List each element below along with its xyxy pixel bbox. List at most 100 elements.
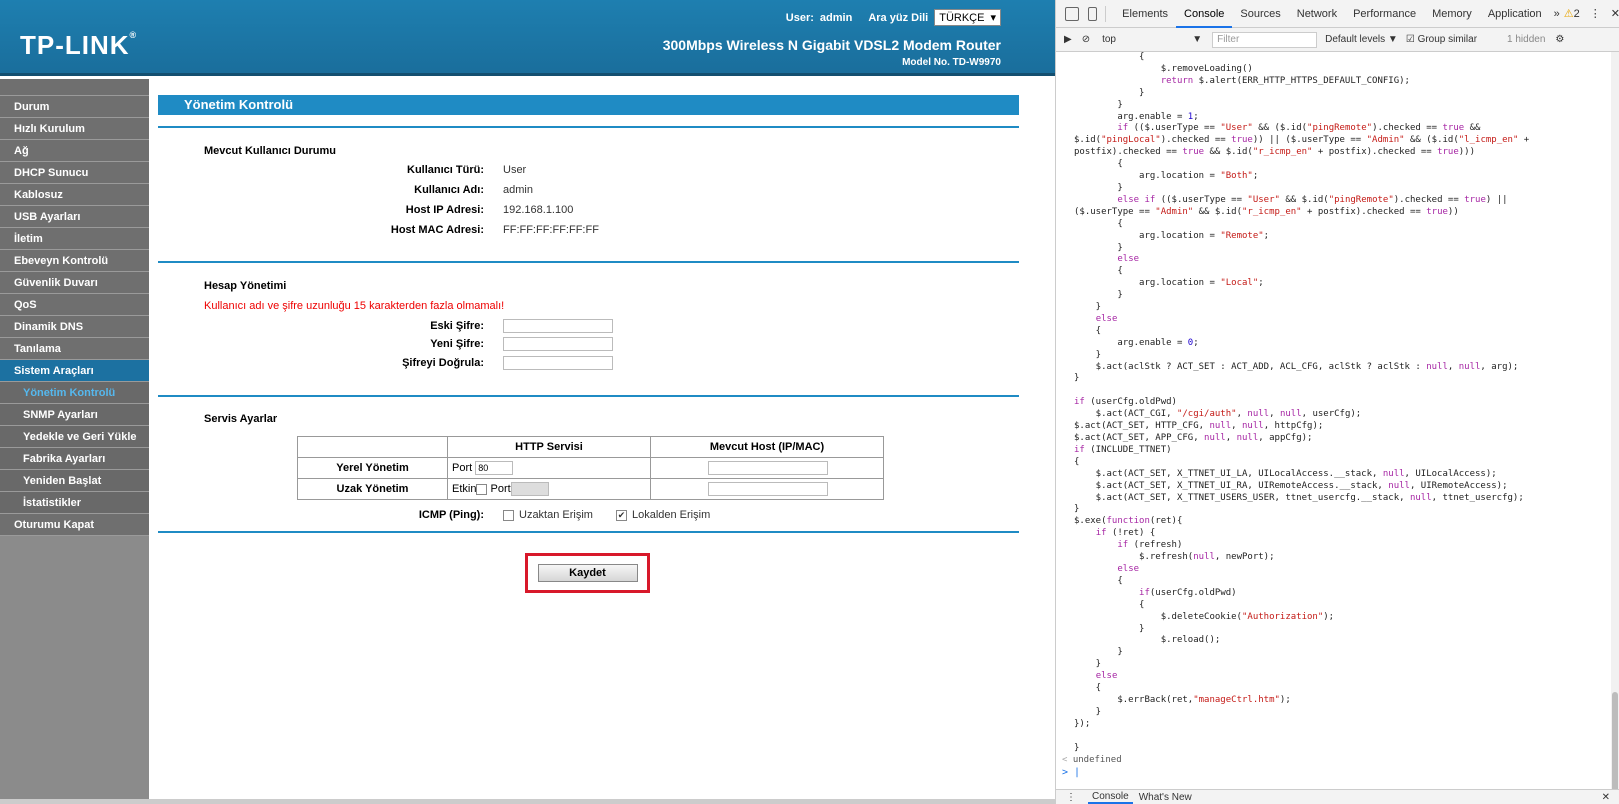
table-corner bbox=[297, 436, 448, 458]
sidebar-item-durum[interactable]: Durum bbox=[0, 96, 149, 118]
tab-performance[interactable]: Performance bbox=[1345, 0, 1424, 28]
tab-network[interactable]: Network bbox=[1289, 0, 1345, 28]
separator bbox=[1105, 5, 1107, 22]
page-title: Yönetim Kontrolü bbox=[158, 95, 1019, 115]
remote-management-label: Uzak Yönetim bbox=[297, 478, 448, 500]
tab-memory[interactable]: Memory bbox=[1424, 0, 1480, 28]
account-section-title: Hesap Yönetimi bbox=[204, 280, 287, 292]
levels-select[interactable]: Default levels ▼ bbox=[1325, 34, 1398, 45]
scroll-thumb[interactable] bbox=[1612, 692, 1618, 804]
user-info: User: admin Ara yüz Dili TÜRKÇE ▾ bbox=[786, 9, 1001, 26]
confirm-password-input[interactable] bbox=[503, 356, 613, 370]
drawer-tabbar: ⋮ Console What's New ✕ bbox=[1056, 789, 1619, 804]
remote-enable-checkbox[interactable] bbox=[476, 483, 488, 495]
sidebar-subitem-reboot[interactable]: Yeniden Başlat bbox=[0, 470, 149, 492]
remote-host-input[interactable] bbox=[708, 482, 828, 496]
divider bbox=[158, 261, 1019, 263]
tab-console[interactable]: Console bbox=[1176, 0, 1233, 28]
sidebar-item-network[interactable]: Ağ bbox=[0, 140, 149, 162]
warning-icon[interactable]: ⚠2 bbox=[1564, 7, 1580, 20]
http-service-header: HTTP Servisi bbox=[447, 436, 651, 458]
user-type-value: User bbox=[503, 164, 527, 176]
sidebar-item-system-tools[interactable]: Sistem Araçları bbox=[0, 360, 149, 382]
local-host-input[interactable] bbox=[708, 461, 828, 475]
sidebar-item-quick-setup[interactable]: Hızlı Kurulum bbox=[0, 118, 149, 140]
gear-icon[interactable]: ⚙ bbox=[1555, 34, 1564, 45]
drawer-menu-icon[interactable]: ⋮ bbox=[1066, 792, 1076, 803]
local-port-input[interactable]: 80 bbox=[475, 461, 514, 475]
tab-elements[interactable]: Elements bbox=[1114, 0, 1176, 28]
warning-text: Kullanıcı adı ve şifre uzunluğu 15 karak… bbox=[204, 300, 505, 312]
sidebar-item-parental[interactable]: Ebeveyn Kontrolü bbox=[0, 250, 149, 272]
chevron-down-icon: ▼ bbox=[1192, 34, 1203, 45]
sidebar-subitem-snmp[interactable]: SNMP Ayarları bbox=[0, 404, 149, 426]
tp-link-logo: TP-LINK® bbox=[20, 30, 138, 60]
status-section-title: Mevcut Kullanıcı Durumu bbox=[204, 145, 337, 157]
host-ip-value: 192.168.1.100 bbox=[503, 204, 574, 216]
context-select[interactable]: top ▼ bbox=[1102, 34, 1202, 45]
host-mac-label: Host MAC Adresi: bbox=[390, 224, 484, 236]
console-result: < undefined bbox=[1062, 755, 1122, 766]
username-value: admin bbox=[503, 184, 533, 196]
sidebar-subitem-factory[interactable]: Fabrika Ayarları bbox=[0, 448, 149, 470]
header: TP-LINK® User: admin Ara yüz Dili TÜRKÇE… bbox=[0, 0, 1055, 76]
icmp-options: Uzaktan Erişim ✔ Lokalden Erişim bbox=[503, 509, 710, 521]
bottom-strip bbox=[0, 799, 1055, 804]
icmp-remote-label: Uzaktan Erişim bbox=[519, 509, 593, 521]
tab-application[interactable]: Application bbox=[1480, 0, 1550, 28]
close-icon[interactable]: ✕ bbox=[1602, 792, 1610, 803]
old-password-input[interactable] bbox=[503, 319, 613, 333]
icmp-remote-checkbox[interactable] bbox=[503, 509, 514, 521]
host-ip-label: Host IP Adresi: bbox=[405, 204, 484, 216]
sidebar-subitem-management[interactable]: Yönetim Kontrolü bbox=[0, 382, 149, 404]
sidebar-item-logout[interactable]: Oturumu Kapat bbox=[0, 514, 149, 536]
sidebar-item-qos[interactable]: QoS bbox=[0, 294, 149, 316]
sidebar-item-usb[interactable]: USB Ayarları bbox=[0, 206, 149, 228]
group-similar-checkbox[interactable]: ☑ Group similar bbox=[1406, 34, 1477, 45]
old-password-label: Eski Şifre: bbox=[430, 320, 484, 332]
more-tabs-button[interactable]: » bbox=[1550, 0, 1564, 28]
tab-sources[interactable]: Sources bbox=[1232, 0, 1288, 28]
table-row: Yerel Yönetim Port 80 bbox=[297, 457, 884, 479]
drawer-tab-whats-new[interactable]: What's New bbox=[1139, 792, 1192, 803]
code-listing: { $.removeLoading() return $.alert(ERR_H… bbox=[1074, 52, 1530, 753]
new-password-input[interactable] bbox=[503, 337, 613, 351]
clear-console-icon[interactable]: ⊘ bbox=[1082, 34, 1090, 45]
sidebar-item-firewall[interactable]: Güvenlik Duvarı bbox=[0, 272, 149, 294]
product-name: 300Mbps Wireless N Gigabit VDSL2 Modem R… bbox=[662, 37, 1001, 53]
inspect-icon[interactable] bbox=[1065, 6, 1080, 21]
lang-label: Ara yüz Dili bbox=[868, 11, 929, 24]
sidebar-item-forwarding[interactable]: İletim bbox=[0, 228, 149, 250]
sidebar-item-dhcp[interactable]: DHCP Sunucu bbox=[0, 162, 149, 184]
devtools-tabbar: Elements Console Sources Network Perform… bbox=[1056, 0, 1619, 28]
filter-input[interactable]: Filter bbox=[1212, 31, 1318, 48]
device-toggle-icon[interactable] bbox=[1088, 6, 1098, 21]
divider bbox=[158, 395, 1019, 397]
console-output[interactable]: { $.removeLoading() return $.alert(ERR_H… bbox=[1056, 52, 1616, 789]
sidebar-item-diagnostics[interactable]: Tanılama bbox=[0, 338, 149, 360]
sidebar-subitem-statistics[interactable]: İstatistikler bbox=[0, 492, 149, 514]
sidebar-item-wireless[interactable]: Kablosuz bbox=[0, 184, 149, 206]
scrollbar[interactable] bbox=[1611, 52, 1619, 804]
sidebar-item-ddns[interactable]: Dinamik DNS bbox=[0, 316, 149, 338]
enable-label: Etkin bbox=[452, 482, 477, 495]
confirm-password-label: Şifreyi Doğrula: bbox=[402, 357, 484, 369]
table-row: Uzak Yönetim Etkin Port bbox=[297, 478, 884, 500]
service-section-title: Servis Ayarlar bbox=[204, 413, 278, 425]
current-host-header: Mevcut Host (IP/MAC) bbox=[650, 436, 884, 458]
close-icon[interactable]: ✕ bbox=[1611, 7, 1619, 20]
username-label: Kullanıcı Adı: bbox=[414, 184, 484, 196]
icmp-local-checkbox[interactable]: ✔ bbox=[615, 509, 627, 521]
port-label: Port bbox=[490, 482, 511, 495]
sidebar-toggle-icon[interactable]: ▶ bbox=[1064, 34, 1072, 45]
kebab-menu-icon[interactable]: ⋮ bbox=[1590, 7, 1601, 20]
drawer-tab-console[interactable]: Console bbox=[1088, 791, 1133, 804]
port-label: Port bbox=[452, 461, 473, 474]
save-button[interactable]: Kaydet bbox=[537, 564, 638, 582]
local-management-label: Yerel Yönetim bbox=[297, 457, 448, 479]
language-select[interactable]: TÜRKÇE ▾ bbox=[934, 9, 1001, 26]
console-prompt[interactable]: > | bbox=[1062, 766, 1616, 780]
host-mac-value: FF:FF:FF:FF:FF:FF bbox=[503, 224, 599, 236]
sidebar-subitem-backup[interactable]: Yedekle ve Geri Yükle bbox=[0, 426, 149, 448]
remote-port-input[interactable] bbox=[510, 482, 549, 496]
